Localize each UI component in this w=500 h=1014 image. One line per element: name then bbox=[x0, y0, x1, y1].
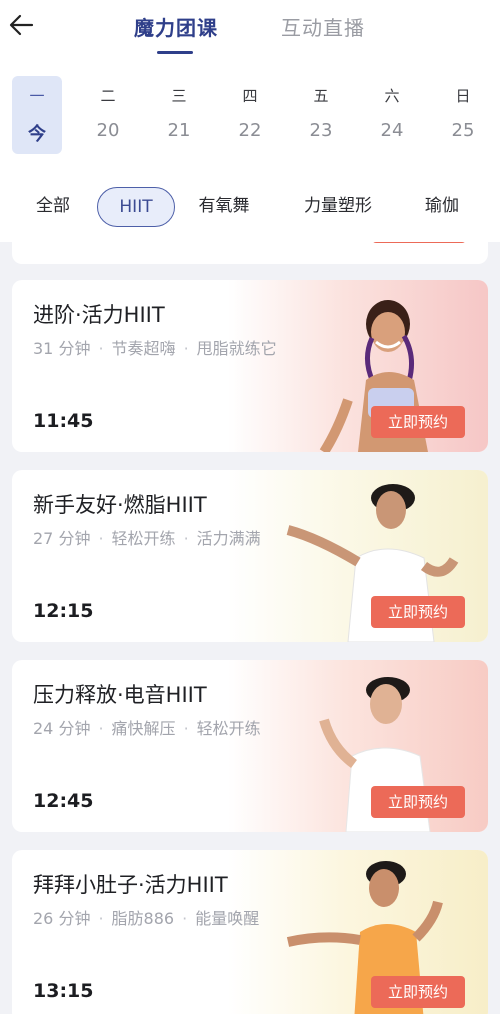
class-title: 进阶·活力HIIT bbox=[33, 303, 165, 327]
class-card[interactable]: 进阶·活力HIIT 31 分钟 · 节奏超嗨 · 甩脂就练它 11:45 立即预约 bbox=[12, 280, 488, 452]
top-bar: 魔力团课 互动直播 bbox=[0, 0, 500, 62]
separator-dot: · bbox=[183, 529, 189, 548]
class-duration: 24 分钟 bbox=[33, 719, 91, 738]
separator-dot: · bbox=[98, 529, 104, 548]
day-weekday: 三 bbox=[171, 87, 187, 105]
filter-chip-hiit[interactable]: HIIT bbox=[97, 187, 175, 227]
class-time: 12:45 bbox=[33, 790, 94, 812]
day-item-monday[interactable]: 一 今 bbox=[12, 76, 62, 154]
filter-chip-aerobic-dance[interactable]: 有氧舞 bbox=[188, 187, 260, 227]
separator-dot: · bbox=[98, 719, 104, 738]
class-time: 12:15 bbox=[33, 600, 94, 622]
class-meta: 24 分钟 · 痛快解压 · 轻松开练 bbox=[33, 715, 261, 739]
separator-dot: · bbox=[183, 339, 189, 358]
class-card[interactable]: 拜拜小肚子·活力HIIT 26 分钟 · 脂肪886 · 能量唤醒 13:15 立即预约 bbox=[12, 850, 488, 1014]
day-date: 20 bbox=[96, 120, 120, 141]
class-tag: 活力满满 bbox=[196, 529, 261, 548]
day-picker: 一 今 二 20 三 21 四 22 五 23 六 24 日 25 bbox=[0, 62, 500, 172]
class-card[interactable]: 新手友好·燃脂HIIT 27 分钟 · 轻松开练 · 活力满满 12:15 立即预约 bbox=[12, 470, 488, 642]
class-tag: 轻松开练 bbox=[111, 529, 176, 548]
class-tag: 能量唤醒 bbox=[195, 909, 260, 928]
class-time: 13:15 bbox=[33, 980, 94, 1002]
separator-dot: · bbox=[98, 909, 104, 928]
day-weekday: 四 bbox=[242, 87, 258, 105]
day-weekday: 六 bbox=[384, 87, 400, 105]
category-filter-bar: 全部 HIIT 有氧舞 力量塑形 瑜伽 bbox=[0, 172, 500, 242]
day-item-thursday[interactable]: 四 22 bbox=[225, 76, 275, 154]
day-item-wednesday[interactable]: 三 21 bbox=[154, 76, 204, 154]
day-weekday: 一 bbox=[29, 87, 45, 105]
day-weekday: 日 bbox=[455, 87, 471, 105]
day-date: 22 bbox=[238, 120, 262, 141]
book-button[interactable]: 立即预约 bbox=[371, 406, 465, 438]
class-tag: 轻松开练 bbox=[196, 719, 261, 738]
class-duration: 27 分钟 bbox=[33, 529, 91, 548]
separator-dot: · bbox=[183, 719, 189, 738]
class-card[interactable]: 压力释放·电音HIIT 24 分钟 · 痛快解压 · 轻松开练 12:45 立即预约 bbox=[12, 660, 488, 832]
class-tag: 痛快解压 bbox=[111, 719, 176, 738]
day-date: 24 bbox=[380, 120, 404, 141]
class-time: 11:45 bbox=[33, 410, 94, 432]
book-button[interactable]: 立即预约 bbox=[371, 786, 465, 818]
class-tag: 脂肪886 bbox=[111, 909, 175, 928]
separator-dot: · bbox=[182, 909, 188, 928]
book-button[interactable]: 立即预约 bbox=[371, 596, 465, 628]
class-duration: 26 分钟 bbox=[33, 909, 91, 928]
tab-live[interactable]: 互动直播 bbox=[281, 12, 365, 41]
class-duration: 31 分钟 bbox=[33, 339, 91, 358]
arrow-left-icon bbox=[9, 14, 34, 36]
day-item-tuesday[interactable]: 二 20 bbox=[83, 76, 133, 154]
filter-chip-all[interactable]: 全部 bbox=[22, 187, 84, 227]
class-list: 进阶·活力HIIT 31 分钟 · 节奏超嗨 · 甩脂就练它 11:45 立即预约 新手… bbox=[0, 242, 500, 1014]
day-item-sunday[interactable]: 日 25 bbox=[438, 76, 488, 154]
day-date: 25 bbox=[451, 120, 475, 141]
filter-chip-yoga[interactable]: 瑜伽 bbox=[414, 187, 470, 227]
day-weekday: 二 bbox=[100, 87, 116, 105]
active-tab-indicator bbox=[157, 51, 193, 54]
class-title: 新手友好·燃脂HIIT bbox=[33, 493, 207, 517]
back-button[interactable] bbox=[6, 10, 36, 40]
class-card-partial[interactable] bbox=[12, 242, 488, 264]
class-title: 压力释放·电音HIIT bbox=[33, 683, 207, 707]
day-date: 今 bbox=[28, 124, 46, 145]
tab-group-class[interactable]: 魔力团课 bbox=[134, 12, 218, 41]
filter-chip-strength[interactable]: 力量塑形 bbox=[293, 187, 383, 227]
class-tag: 甩脂就练它 bbox=[196, 339, 277, 358]
class-tag: 节奏超嗨 bbox=[111, 339, 176, 358]
book-button[interactable]: 立即预约 bbox=[371, 976, 465, 1008]
class-meta: 31 分钟 · 节奏超嗨 · 甩脂就练它 bbox=[33, 335, 277, 359]
day-item-friday[interactable]: 五 23 bbox=[296, 76, 346, 154]
day-item-saturday[interactable]: 六 24 bbox=[367, 76, 417, 154]
day-date: 23 bbox=[309, 120, 333, 141]
book-button-partial[interactable] bbox=[372, 242, 466, 243]
class-meta: 26 分钟 · 脂肪886 · 能量唤醒 bbox=[33, 905, 259, 929]
separator-dot: · bbox=[98, 339, 104, 358]
day-date: 21 bbox=[167, 120, 191, 141]
day-weekday: 五 bbox=[313, 87, 329, 105]
class-meta: 27 分钟 · 轻松开练 · 活力满满 bbox=[33, 525, 261, 549]
class-title: 拜拜小肚子·活力HIIT bbox=[33, 873, 228, 897]
